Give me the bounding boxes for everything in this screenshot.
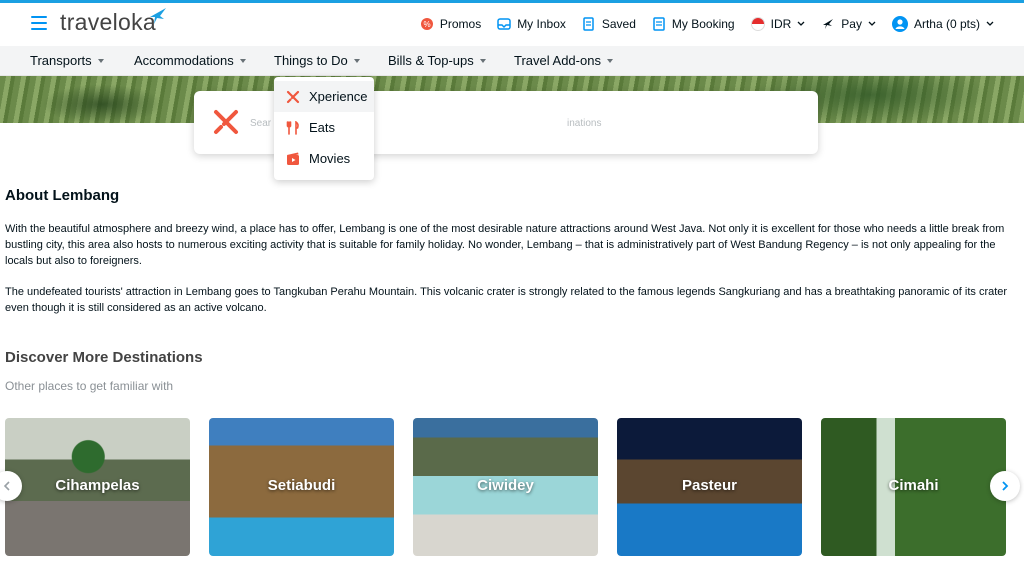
- xperience-icon: [286, 90, 300, 103]
- about-title: About Lembang: [5, 187, 120, 204]
- destination-card-pasteur[interactable]: Pasteur: [617, 418, 802, 556]
- caret-down-icon: [239, 58, 246, 63]
- inbox-icon: [497, 18, 511, 30]
- movies-icon: [287, 152, 299, 165]
- pay-menu[interactable]: Pay: [821, 17, 876, 31]
- caret-down-icon: [353, 58, 360, 63]
- discover-title: Discover More Destinations: [5, 349, 203, 366]
- about-paragraph-2: The undefeated tourists' attraction in L…: [5, 286, 1008, 314]
- dropdown-item-eats[interactable]: Eats: [274, 112, 374, 143]
- nav-things-to-do[interactable]: Things to Do: [274, 53, 360, 68]
- top-links: % Promos My Inbox Saved My Booking IDR P…: [420, 13, 994, 35]
- booking-link[interactable]: My Booking: [652, 17, 735, 31]
- chevron-down-icon: [797, 21, 805, 26]
- saved-label: Saved: [601, 17, 636, 31]
- destination-card-cimahi[interactable]: Cimahi: [821, 418, 1006, 556]
- currency-label: IDR: [770, 17, 792, 31]
- logo-bird-icon: [150, 8, 166, 24]
- pay-bird-icon: [823, 19, 834, 29]
- account-menu[interactable]: Artha (0 pts): [891, 16, 994, 32]
- nav-bills-label: Bills & Top-ups: [388, 53, 474, 68]
- saved-link[interactable]: Saved: [582, 17, 636, 31]
- nav-things-to-do-label: Things to Do: [274, 53, 348, 68]
- indonesia-flag-icon: [750, 17, 765, 31]
- main-nav: Transports Accommodations Things to Do B…: [0, 46, 1024, 76]
- bookmark-icon: [583, 17, 594, 31]
- chevron-right-icon: [1002, 481, 1009, 491]
- promo-tag-icon: %: [420, 18, 433, 30]
- xperience-icon: [214, 110, 238, 134]
- nav-bills[interactable]: Bills & Top-ups: [388, 53, 486, 68]
- nav-transports[interactable]: Transports: [30, 53, 104, 68]
- inbox-link[interactable]: My Inbox: [497, 17, 566, 31]
- destination-label: Cihampelas: [55, 477, 140, 494]
- destination-card-setiabudi[interactable]: Setiabudi: [209, 418, 394, 556]
- nav-transports-label: Transports: [30, 53, 92, 68]
- destination-card-cihampelas[interactable]: Cihampelas: [5, 418, 190, 556]
- search-input-placeholder-tail[interactable]: inations: [567, 118, 601, 129]
- caret-down-icon: [97, 58, 104, 63]
- things-to-do-dropdown: Xperience Eats Movies: [274, 77, 374, 180]
- about-paragraph-1: With the beautiful atmosphere and breezy…: [5, 223, 1005, 267]
- carousel-next-button[interactable]: [990, 471, 1020, 501]
- destination-label: Cimahi: [888, 477, 939, 494]
- search-input-placeholder[interactable]: Sear: [250, 118, 271, 129]
- svg-text:%: %: [423, 20, 430, 29]
- destination-label: Ciwidey: [477, 477, 534, 494]
- chevron-down-icon: [986, 21, 994, 26]
- discover-subtitle: Other places to get familiar with: [5, 379, 174, 393]
- chevron-left-icon: [3, 481, 10, 491]
- promos-label: Promos: [439, 17, 482, 31]
- dropdown-item-xperience[interactable]: Xperience: [274, 81, 374, 112]
- account-label: Artha (0 pts): [913, 17, 980, 31]
- booking-list-icon: [653, 17, 665, 31]
- user-avatar-icon: [891, 16, 908, 32]
- caret-down-icon: [479, 58, 486, 63]
- logo[interactable]: traveloka: [60, 9, 156, 36]
- nav-accommodations[interactable]: Accommodations: [134, 53, 246, 68]
- dropdown-item-movies[interactable]: Movies: [274, 143, 374, 174]
- currency-selector[interactable]: IDR: [750, 17, 806, 31]
- nav-addons-label: Travel Add-ons: [514, 53, 601, 68]
- nav-accommodations-label: Accommodations: [134, 53, 234, 68]
- menu-icon[interactable]: [31, 16, 47, 30]
- dropdown-item-label: Eats: [309, 120, 336, 135]
- top-header: traveloka % Promos My Inbox Saved My Boo…: [0, 0, 1024, 46]
- promos-link[interactable]: % Promos: [420, 17, 481, 31]
- booking-label: My Booking: [671, 17, 735, 31]
- caret-down-icon: [606, 58, 613, 63]
- nav-addons[interactable]: Travel Add-ons: [514, 53, 613, 68]
- destination-label: Setiabudi: [267, 477, 336, 494]
- destination-label: Pasteur: [681, 477, 738, 494]
- chevron-down-icon: [868, 21, 876, 26]
- dropdown-item-label: Xperience: [309, 89, 368, 104]
- pay-label: Pay: [841, 17, 862, 31]
- eats-icon: [286, 120, 299, 135]
- inbox-label: My Inbox: [517, 17, 566, 31]
- destination-card-ciwidey[interactable]: Ciwidey: [413, 418, 598, 556]
- dropdown-item-label: Movies: [309, 151, 351, 166]
